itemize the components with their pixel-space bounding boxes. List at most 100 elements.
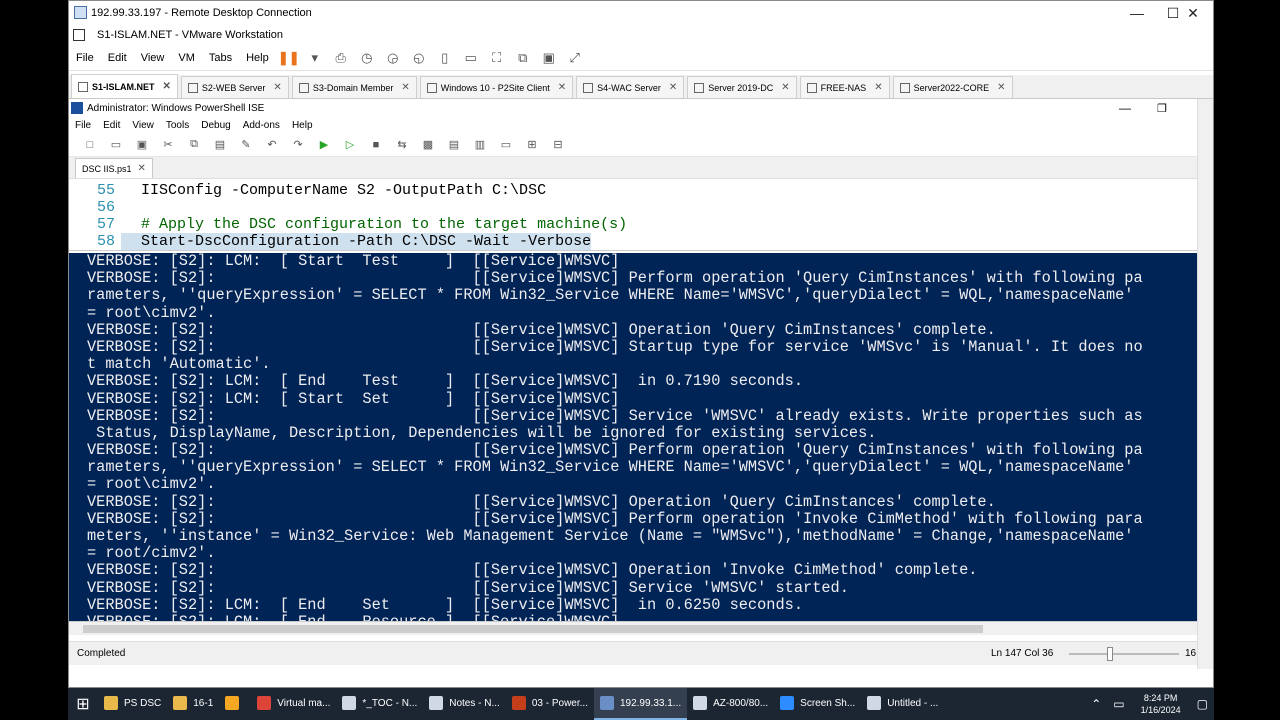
- ise-restore-button[interactable]: ❐: [1157, 102, 1167, 115]
- ise-menu-edit[interactable]: Edit: [97, 120, 126, 131]
- taskbar-item-label: 03 - Power...: [531, 697, 588, 709]
- taskbar-item[interactable]: 16-1: [167, 688, 219, 720]
- remote-powershell-icon[interactable]: ⇆: [395, 138, 409, 152]
- vm-tab-2022core[interactable]: Server2022-CORE ✕: [892, 76, 1013, 98]
- vm-tab-s3[interactable]: S3-Domain Member ✕: [291, 76, 417, 98]
- vm-icon: [187, 82, 198, 93]
- vm-tab-s2[interactable]: S2-WEB Server ✕: [180, 76, 289, 98]
- menu-tabs[interactable]: Tabs: [202, 52, 239, 64]
- menu-vm[interactable]: VM: [171, 52, 202, 64]
- script-tab[interactable]: DSC IIS.ps1 ✕: [75, 158, 153, 178]
- ise-menu-debug[interactable]: Debug: [195, 120, 236, 131]
- start-powershell-icon[interactable]: ▩: [421, 138, 435, 152]
- new-file-icon[interactable]: □: [83, 138, 97, 152]
- menu-edit[interactable]: Edit: [101, 52, 134, 64]
- close-icon[interactable]: ✕: [273, 82, 281, 93]
- zoom-slider-track[interactable]: [1069, 653, 1179, 655]
- taskbar-item[interactable]: AZ-800/80...: [687, 688, 774, 720]
- stop-icon[interactable]: ■: [369, 138, 383, 152]
- show-script-right-icon[interactable]: ▥: [473, 138, 487, 152]
- ise-menu-addons[interactable]: Add-ons: [237, 120, 286, 131]
- clock-time: 8:24 PM: [1143, 693, 1178, 703]
- run-selection-icon[interactable]: ▷: [343, 138, 357, 152]
- vertical-scrollbar[interactable]: [1197, 99, 1213, 669]
- console-view-icon[interactable]: ▣: [541, 50, 557, 66]
- revert-snapshot-icon[interactable]: ◶: [385, 50, 401, 66]
- run-script-icon[interactable]: ▶: [317, 138, 331, 152]
- close-icon[interactable]: ✕: [401, 82, 409, 93]
- taskbar-item[interactable]: Virtual ma...: [251, 688, 336, 720]
- show-command-window-icon[interactable]: ⊞: [525, 138, 539, 152]
- taskbar: ⊞ PS DSC 16-1 Virtual ma... *_TOC - N... Not…: [68, 688, 1214, 720]
- redo-icon[interactable]: ↷: [291, 138, 305, 152]
- show-script-top-icon[interactable]: ▤: [447, 138, 461, 152]
- ise-menu-file[interactable]: File: [69, 120, 97, 131]
- paste-icon[interactable]: ▤: [213, 138, 227, 152]
- windows-start-icon[interactable]: ⊞: [68, 688, 98, 720]
- send-keys-icon[interactable]: ⎙: [333, 50, 349, 66]
- save-icon[interactable]: ▣: [135, 138, 149, 152]
- taskbar-item[interactable]: 192.99.33.1...: [593, 688, 688, 720]
- taskbar-item[interactable]: Notes - N...: [423, 688, 506, 720]
- ise-minimize-button[interactable]: —: [1119, 101, 1131, 115]
- ise-title: Administrator: Windows PowerShell ISE: [87, 102, 265, 114]
- close-icon[interactable]: ✕: [669, 82, 677, 93]
- menu-view[interactable]: View: [134, 52, 172, 64]
- code-line: 56: [69, 199, 1199, 216]
- close-icon[interactable]: ✕: [874, 82, 882, 93]
- library-icon[interactable]: ▯: [437, 50, 453, 66]
- vmware-title: S1-ISLAM.NET - VMware Workstation: [97, 29, 284, 41]
- close-icon[interactable]: ✕: [558, 82, 566, 93]
- pause-icon[interactable]: ❚❚: [278, 50, 300, 66]
- vm-tab-2019dc[interactable]: Server 2019-DC ✕: [687, 76, 797, 98]
- script-tab-label: DSC IIS.ps1: [82, 163, 132, 174]
- taskbar-item[interactable]: [219, 688, 251, 720]
- undo-icon[interactable]: ↶: [265, 138, 279, 152]
- clear-console-icon[interactable]: ✎: [239, 138, 253, 152]
- ise-menu-tools[interactable]: Tools: [160, 120, 195, 131]
- show-command-addon-icon[interactable]: ⊟: [551, 138, 565, 152]
- horizontal-scrollbar[interactable]: [69, 621, 1199, 635]
- taskbar-item[interactable]: Untitled - ...: [861, 688, 944, 720]
- close-icon[interactable]: ✕: [163, 81, 171, 92]
- snapshot-manager-icon[interactable]: ◵: [411, 50, 427, 66]
- full-screen-icon[interactable]: ⛶: [489, 50, 505, 66]
- vm-tab-freenas[interactable]: FREE-NAS ✕: [799, 76, 890, 98]
- zoom-slider-thumb[interactable]: [1107, 647, 1113, 661]
- notification-icon[interactable]: ▢: [1197, 697, 1208, 711]
- taskbar-item[interactable]: *_TOC - N...: [336, 688, 423, 720]
- network-icon[interactable]: ▭: [1113, 697, 1124, 711]
- copy-icon[interactable]: ⧉: [187, 138, 201, 152]
- menu-help[interactable]: Help: [239, 52, 276, 64]
- vm-tab-s1[interactable]: S1-ISLAM.NET ✕: [71, 74, 178, 98]
- open-folder-icon[interactable]: ▭: [109, 138, 123, 152]
- chevron-up-icon[interactable]: ⌃: [1091, 697, 1101, 711]
- vm-tab-win10[interactable]: Windows 10 - P2Site Client ✕: [419, 76, 574, 98]
- thumbnail-icon[interactable]: ▭: [463, 50, 479, 66]
- dropdown-icon[interactable]: ▾: [307, 50, 323, 66]
- taskbar-item[interactable]: PS DSC: [98, 688, 167, 720]
- clock[interactable]: 8:24 PM 1/16/2024: [1141, 692, 1181, 716]
- show-script-max-icon[interactable]: ▭: [499, 138, 513, 152]
- close-icon[interactable]: ✕: [997, 82, 1005, 93]
- vm-icon: [78, 81, 88, 92]
- menu-file[interactable]: File: [69, 52, 101, 64]
- taskbar-item[interactable]: Screen Sh...: [774, 688, 861, 720]
- vm-tab-s4[interactable]: S4-WAC Server ✕: [576, 76, 685, 98]
- stretch-icon[interactable]: ⤢: [567, 50, 583, 66]
- ise-menu-help[interactable]: Help: [286, 120, 319, 131]
- close-icon[interactable]: ✕: [138, 163, 146, 174]
- snapshot-icon[interactable]: ◷: [359, 50, 375, 66]
- taskbar-item-label: AZ-800/80...: [713, 697, 769, 709]
- scrollbar-thumb[interactable]: [83, 625, 983, 633]
- minimize-button[interactable]: —: [1119, 1, 1155, 25]
- taskbar-item[interactable]: 03 - Power...: [506, 688, 594, 720]
- close-button[interactable]: ✕: [1175, 1, 1211, 25]
- cut-icon[interactable]: ✂: [161, 138, 175, 152]
- close-icon[interactable]: ✕: [781, 82, 789, 93]
- console-pane[interactable]: VERBOSE: [S2]: LCM: [ Start Test ] [[Ser…: [69, 253, 1199, 621]
- ise-menu-view[interactable]: View: [126, 120, 160, 131]
- app-icon: [429, 696, 444, 710]
- unity-icon[interactable]: ⧉: [515, 50, 531, 66]
- script-editor[interactable]: 55 IISConfig -ComputerName S2 -OutputPat…: [69, 179, 1199, 251]
